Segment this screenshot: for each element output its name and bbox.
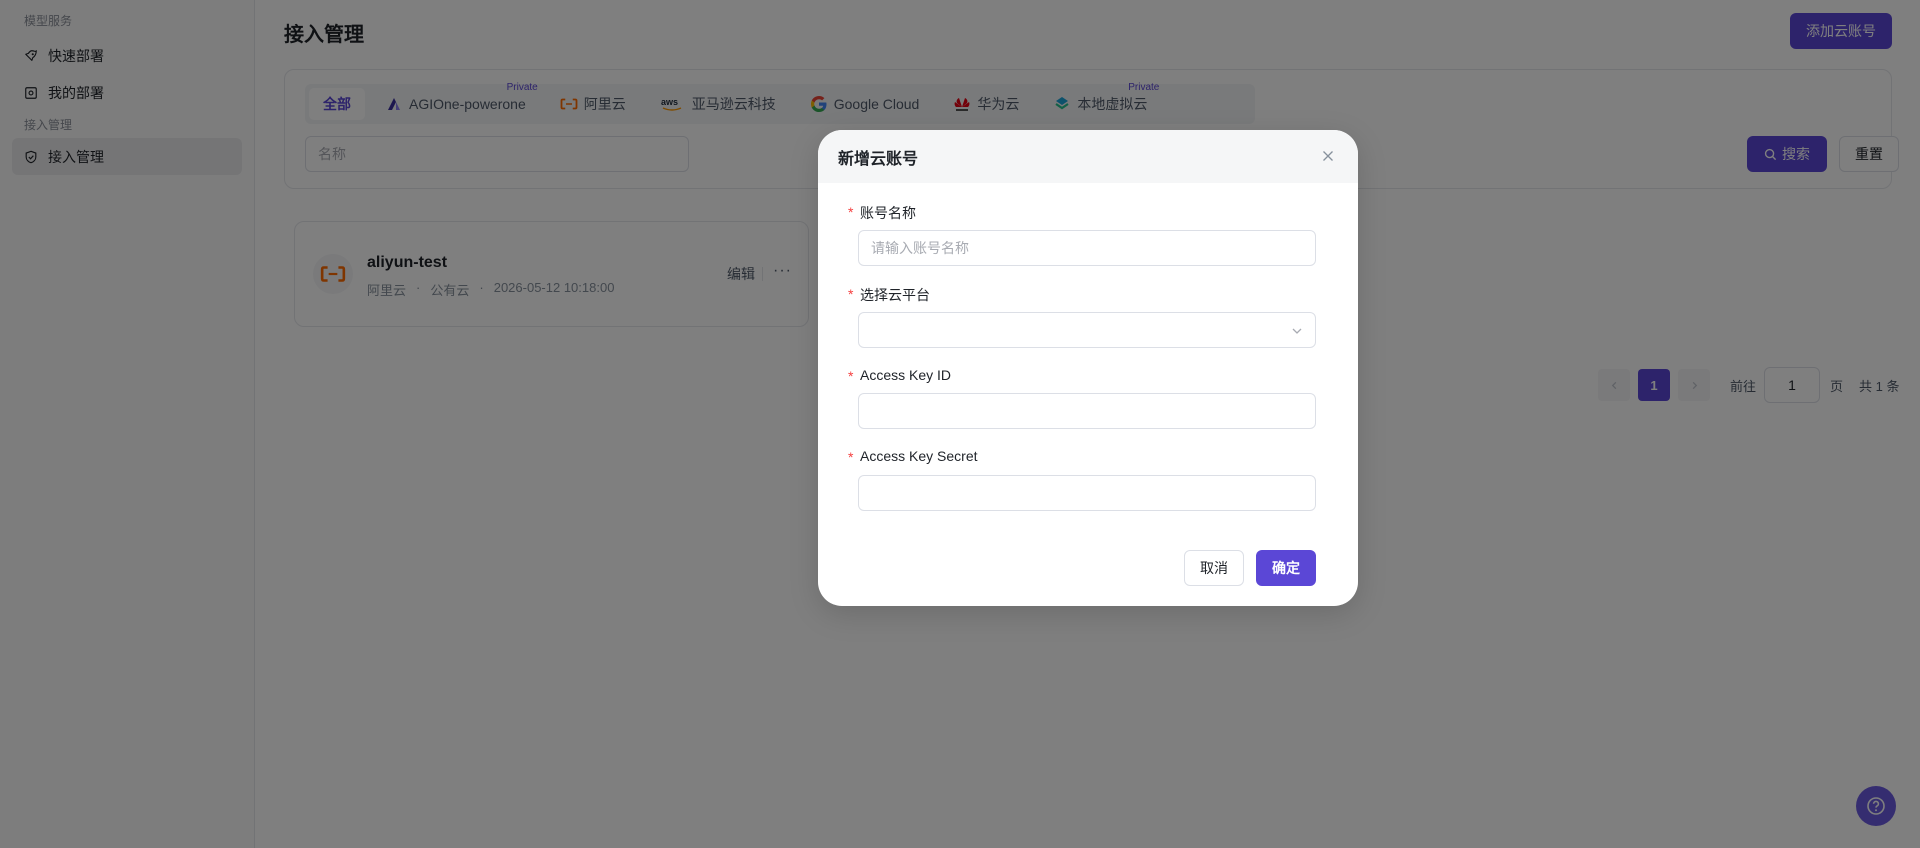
confirm-button[interactable]: 确定 xyxy=(1256,550,1316,586)
field-label-text: 选择云平台 xyxy=(860,287,930,303)
access-key-id-label: * Access Key ID xyxy=(848,367,952,384)
required-mark: * xyxy=(848,368,854,384)
required-mark: * xyxy=(848,286,854,302)
cloud-platform-select[interactable] xyxy=(858,312,1316,348)
chevron-down-icon xyxy=(1291,324,1303,336)
required-mark: * xyxy=(848,204,854,220)
account-name-label: * 账号名称 xyxy=(848,203,916,223)
cloud-platform-label: * 选择云平台 xyxy=(848,285,930,305)
access-key-secret-label: * Access Key Secret xyxy=(848,448,978,465)
account-name-field[interactable] xyxy=(858,230,1316,266)
dialog-header: 新增云账号 xyxy=(818,130,1358,183)
field-label-text: Access Key Secret xyxy=(860,448,978,464)
close-icon[interactable] xyxy=(1320,148,1336,164)
dialog-title: 新增云账号 xyxy=(838,150,919,168)
access-key-id-field[interactable] xyxy=(858,393,1316,429)
field-label-text: Access Key ID xyxy=(860,367,952,383)
required-mark: * xyxy=(848,449,854,465)
access-key-secret-field[interactable] xyxy=(858,475,1316,511)
add-cloud-account-dialog: 新增云账号 * 账号名称 * 选择云平台 * Access Key ID * Acces… xyxy=(818,130,1358,606)
field-label-text: 账号名称 xyxy=(860,205,916,221)
cancel-button[interactable]: 取消 xyxy=(1184,550,1244,586)
